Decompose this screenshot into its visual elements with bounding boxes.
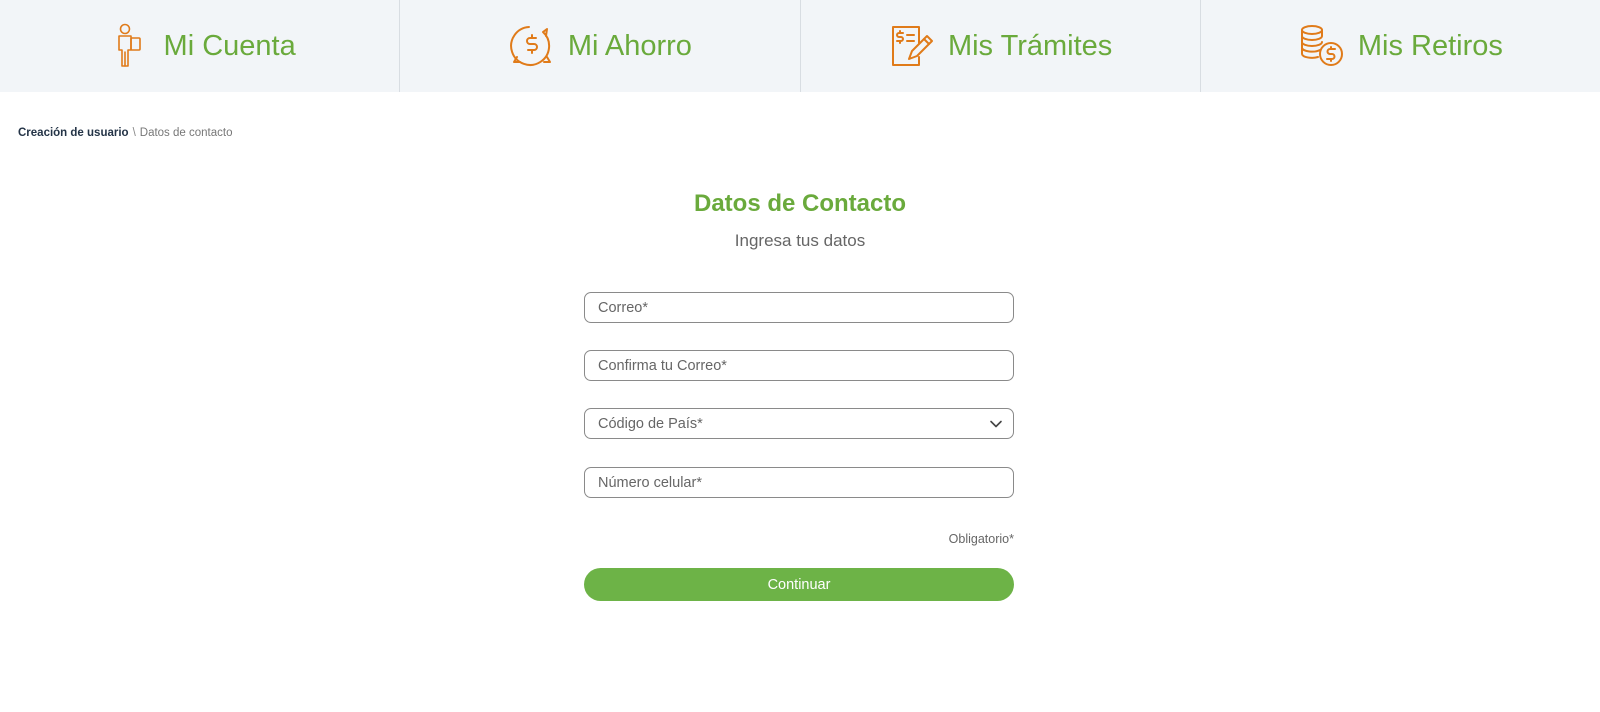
piggy-bank-icon xyxy=(508,22,556,70)
document-pen-icon xyxy=(888,22,936,70)
breadcrumb-current: Datos de contacto xyxy=(139,127,233,139)
coins-icon xyxy=(1298,22,1346,70)
nav-item-mis-retiros[interactable]: Mis Retiros xyxy=(1201,0,1600,92)
page-title: Datos de Contacto xyxy=(693,190,906,217)
country-code-select-value[interactable]: Código de País* xyxy=(585,409,1013,438)
breadcrumb-root-link[interactable]: Creación de usuario xyxy=(18,127,129,139)
chevron-down-icon xyxy=(990,420,1002,428)
nav-item-mi-cuenta[interactable]: Mi Cuenta xyxy=(0,0,401,92)
email-input[interactable] xyxy=(585,293,1013,322)
nav-label: Mi Ahorro xyxy=(567,29,692,62)
nav-item-mi-ahorro[interactable]: Mi Ahorro xyxy=(400,0,801,92)
required-note: Obligatorio* xyxy=(948,532,1014,546)
top-navigation: Mi Cuenta Mi Ahorro Mis Trámites Mis Ret… xyxy=(0,0,1600,92)
breadcrumb-separator: \ xyxy=(132,127,136,139)
person-icon xyxy=(104,22,152,70)
nav-item-mis-tramites[interactable]: Mis Trámites xyxy=(801,0,1201,92)
phone-field-wrapper xyxy=(584,467,1014,498)
page-subtitle: Ingresa tus datos xyxy=(734,231,866,250)
continue-button[interactable]: Continuar xyxy=(584,568,1014,601)
nav-label: Mi Cuenta xyxy=(163,29,296,62)
confirm-email-input[interactable] xyxy=(585,351,1013,380)
email-field-wrapper xyxy=(584,292,1014,323)
nav-label: Mis Retiros xyxy=(1357,29,1503,62)
confirm-email-field-wrapper xyxy=(584,350,1014,381)
nav-label: Mis Trámites xyxy=(947,29,1113,62)
breadcrumb: Creación de usuario \ Datos de contacto xyxy=(18,127,232,139)
phone-number-input[interactable] xyxy=(585,468,1013,497)
country-code-select[interactable]: Código de País* xyxy=(584,408,1014,439)
